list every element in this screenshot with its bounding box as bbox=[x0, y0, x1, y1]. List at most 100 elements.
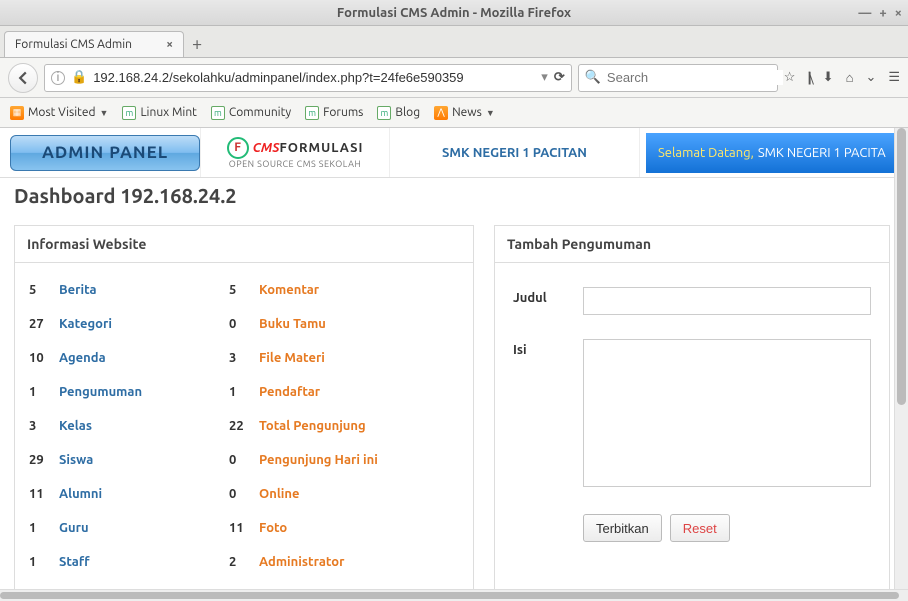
bookmark-linux-mint[interactable]: m Linux Mint bbox=[122, 106, 196, 120]
info-count: 1 bbox=[29, 555, 59, 569]
logo-cms-text: CMS bbox=[253, 141, 280, 155]
window-titlebar: Formulasi CMS Admin - Mozilla Firefox — … bbox=[0, 0, 908, 26]
textarea-isi[interactable] bbox=[583, 339, 871, 487]
reset-button[interactable]: Reset bbox=[670, 514, 730, 542]
info-count: 0 bbox=[229, 487, 259, 501]
search-input[interactable] bbox=[607, 70, 783, 85]
url-dropdown-icon[interactable]: ▾ bbox=[541, 70, 548, 85]
info-count: 0 bbox=[229, 317, 259, 331]
scroll-thumb[interactable] bbox=[0, 592, 899, 599]
info-count: 11 bbox=[229, 521, 259, 535]
horizontal-scrollbar[interactable] bbox=[0, 589, 908, 601]
folder-icon: ▦ bbox=[10, 106, 24, 120]
url-bar[interactable]: i 🔒 ▾ ⟳ bbox=[44, 64, 572, 92]
admin-panel-label: ADMIN PANEL bbox=[42, 143, 168, 162]
bookmark-label: Community bbox=[229, 106, 291, 119]
page-viewport: ADMIN PANEL F CMSFORMULASI OPEN SOURCE C… bbox=[0, 128, 908, 589]
info-link-right[interactable]: Komentar bbox=[259, 283, 319, 297]
info-row: 11Alumni0Online bbox=[29, 477, 459, 511]
welcome-banner: Selamat Datang, SMK NEGERI 1 PACITA bbox=[646, 133, 908, 173]
info-row: 10Agenda3File Materi bbox=[29, 341, 459, 375]
reload-icon[interactable]: ⟳ bbox=[554, 70, 565, 85]
info-link-left[interactable]: Pengumuman bbox=[59, 385, 229, 399]
bookmark-news[interactable]: ⋀ News ▼ bbox=[434, 106, 495, 120]
info-link-left[interactable]: Kelas bbox=[59, 419, 229, 433]
bookmark-most-visited[interactable]: ▦ Most Visited ▼ bbox=[10, 106, 108, 120]
maximize-icon[interactable]: + bbox=[879, 6, 886, 20]
tab-close-icon[interactable]: × bbox=[166, 38, 173, 51]
announcement-form: Judul Isi Terbitkan Reset bbox=[495, 263, 889, 580]
info-link-left[interactable]: Kategori bbox=[59, 317, 229, 331]
new-tab-button[interactable]: + bbox=[192, 34, 202, 57]
browser-tab[interactable]: Formulasi CMS Admin × bbox=[4, 31, 184, 57]
info-link-right[interactable]: Administrator bbox=[259, 555, 344, 569]
mint-icon: m bbox=[305, 106, 319, 120]
info-count: 29 bbox=[29, 453, 59, 467]
search-bar[interactable]: 🔍 bbox=[578, 64, 778, 92]
back-button[interactable] bbox=[8, 63, 38, 93]
info-link-right[interactable]: Online bbox=[259, 487, 299, 501]
home-icon[interactable]: ⌂ bbox=[846, 70, 854, 85]
bookmark-label: Most Visited bbox=[28, 106, 96, 119]
logo-icon: F bbox=[227, 137, 249, 159]
url-input[interactable] bbox=[93, 70, 535, 85]
info-link-left[interactable]: Agenda bbox=[59, 351, 229, 365]
info-count: 11 bbox=[29, 487, 59, 501]
scroll-thumb[interactable] bbox=[897, 128, 906, 405]
menu-icon[interactable]: ☰ bbox=[888, 70, 900, 85]
info-count: 3 bbox=[29, 419, 59, 433]
info-count: 1 bbox=[29, 385, 59, 399]
admin-header: ADMIN PANEL F CMSFORMULASI OPEN SOURCE C… bbox=[0, 128, 908, 178]
school-name[interactable]: SMK NEGERI 1 PACITAN bbox=[390, 128, 640, 177]
bookmark-star-icon[interactable]: ☆ bbox=[784, 70, 796, 85]
close-icon[interactable]: × bbox=[895, 6, 902, 20]
info-count: 2 bbox=[229, 555, 259, 569]
bookmark-blog[interactable]: m Blog bbox=[377, 106, 420, 120]
minimize-icon[interactable]: — bbox=[858, 6, 871, 20]
publish-button[interactable]: Terbitkan bbox=[583, 514, 662, 542]
nav-toolbar: i 🔒 ▾ ⟳ 🔍 ☆ |||\ ⬇ ⌂ ⌄ ☰ bbox=[0, 58, 908, 98]
form-row-actions: Terbitkan Reset bbox=[513, 514, 871, 542]
info-row: 3Kelas22Total Pengunjung bbox=[29, 409, 459, 443]
admin-panel-button[interactable]: ADMIN PANEL bbox=[10, 135, 200, 171]
chevron-down-icon: ▼ bbox=[100, 108, 109, 118]
panels-row: Informasi Website 5Berita5Komentar27Kate… bbox=[14, 225, 908, 589]
info-count: 22 bbox=[229, 419, 259, 433]
info-link-right[interactable]: Total Pengunjung bbox=[259, 419, 366, 433]
info-link-left[interactable]: Guru bbox=[59, 521, 229, 535]
info-link-right[interactable]: File Materi bbox=[259, 351, 325, 365]
mint-icon: m bbox=[122, 106, 136, 120]
info-row: 1Pengumuman1Pendaftar bbox=[29, 375, 459, 409]
info-link-left[interactable]: Berita bbox=[59, 283, 229, 297]
vertical-scrollbar[interactable] bbox=[894, 128, 908, 589]
window-controls: — + × bbox=[858, 6, 902, 20]
page-body: Dashboard 192.168.24.2 Informasi Website… bbox=[0, 178, 908, 589]
panel-info-website: Informasi Website 5Berita5Komentar27Kate… bbox=[14, 225, 474, 589]
tab-title: Formulasi CMS Admin bbox=[15, 38, 132, 51]
info-table: 5Berita5Komentar27Kategori0Buku Tamu10Ag… bbox=[15, 263, 473, 589]
info-link-right[interactable]: Pendaftar bbox=[259, 385, 320, 399]
bookmark-forums[interactable]: m Forums bbox=[305, 106, 363, 120]
library-icon[interactable]: |||\ bbox=[807, 71, 810, 85]
downloads-icon[interactable]: ⬇ bbox=[823, 70, 834, 85]
info-count: 0 bbox=[229, 453, 259, 467]
school-name-label: SMK NEGERI 1 PACITAN bbox=[442, 146, 587, 160]
info-link-right[interactable]: Foto bbox=[259, 521, 287, 535]
info-link-left[interactable]: Siswa bbox=[59, 453, 229, 467]
info-link-left[interactable]: Staff bbox=[59, 555, 229, 569]
search-icon: 🔍 bbox=[585, 70, 601, 85]
info-count: 1 bbox=[229, 385, 259, 399]
mint-icon: m bbox=[211, 106, 225, 120]
lock-icon: 🔒 bbox=[71, 70, 87, 85]
logo-subtitle: OPEN SOURCE CMS SEKOLAH bbox=[229, 159, 361, 169]
site-info-icon[interactable]: i bbox=[51, 71, 65, 85]
bookmark-community[interactable]: m Community bbox=[211, 106, 291, 120]
info-link-right[interactable]: Buku Tamu bbox=[259, 317, 326, 331]
bookmark-label: News bbox=[452, 106, 482, 119]
info-row: 27Kategori0Buku Tamu bbox=[29, 307, 459, 341]
info-link-left[interactable]: Alumni bbox=[59, 487, 229, 501]
pocket-icon[interactable]: ⌄ bbox=[865, 70, 876, 85]
info-link-right[interactable]: Pengunjung Hari ini bbox=[259, 453, 378, 467]
input-judul[interactable] bbox=[583, 287, 871, 315]
label-judul: Judul bbox=[513, 287, 583, 315]
